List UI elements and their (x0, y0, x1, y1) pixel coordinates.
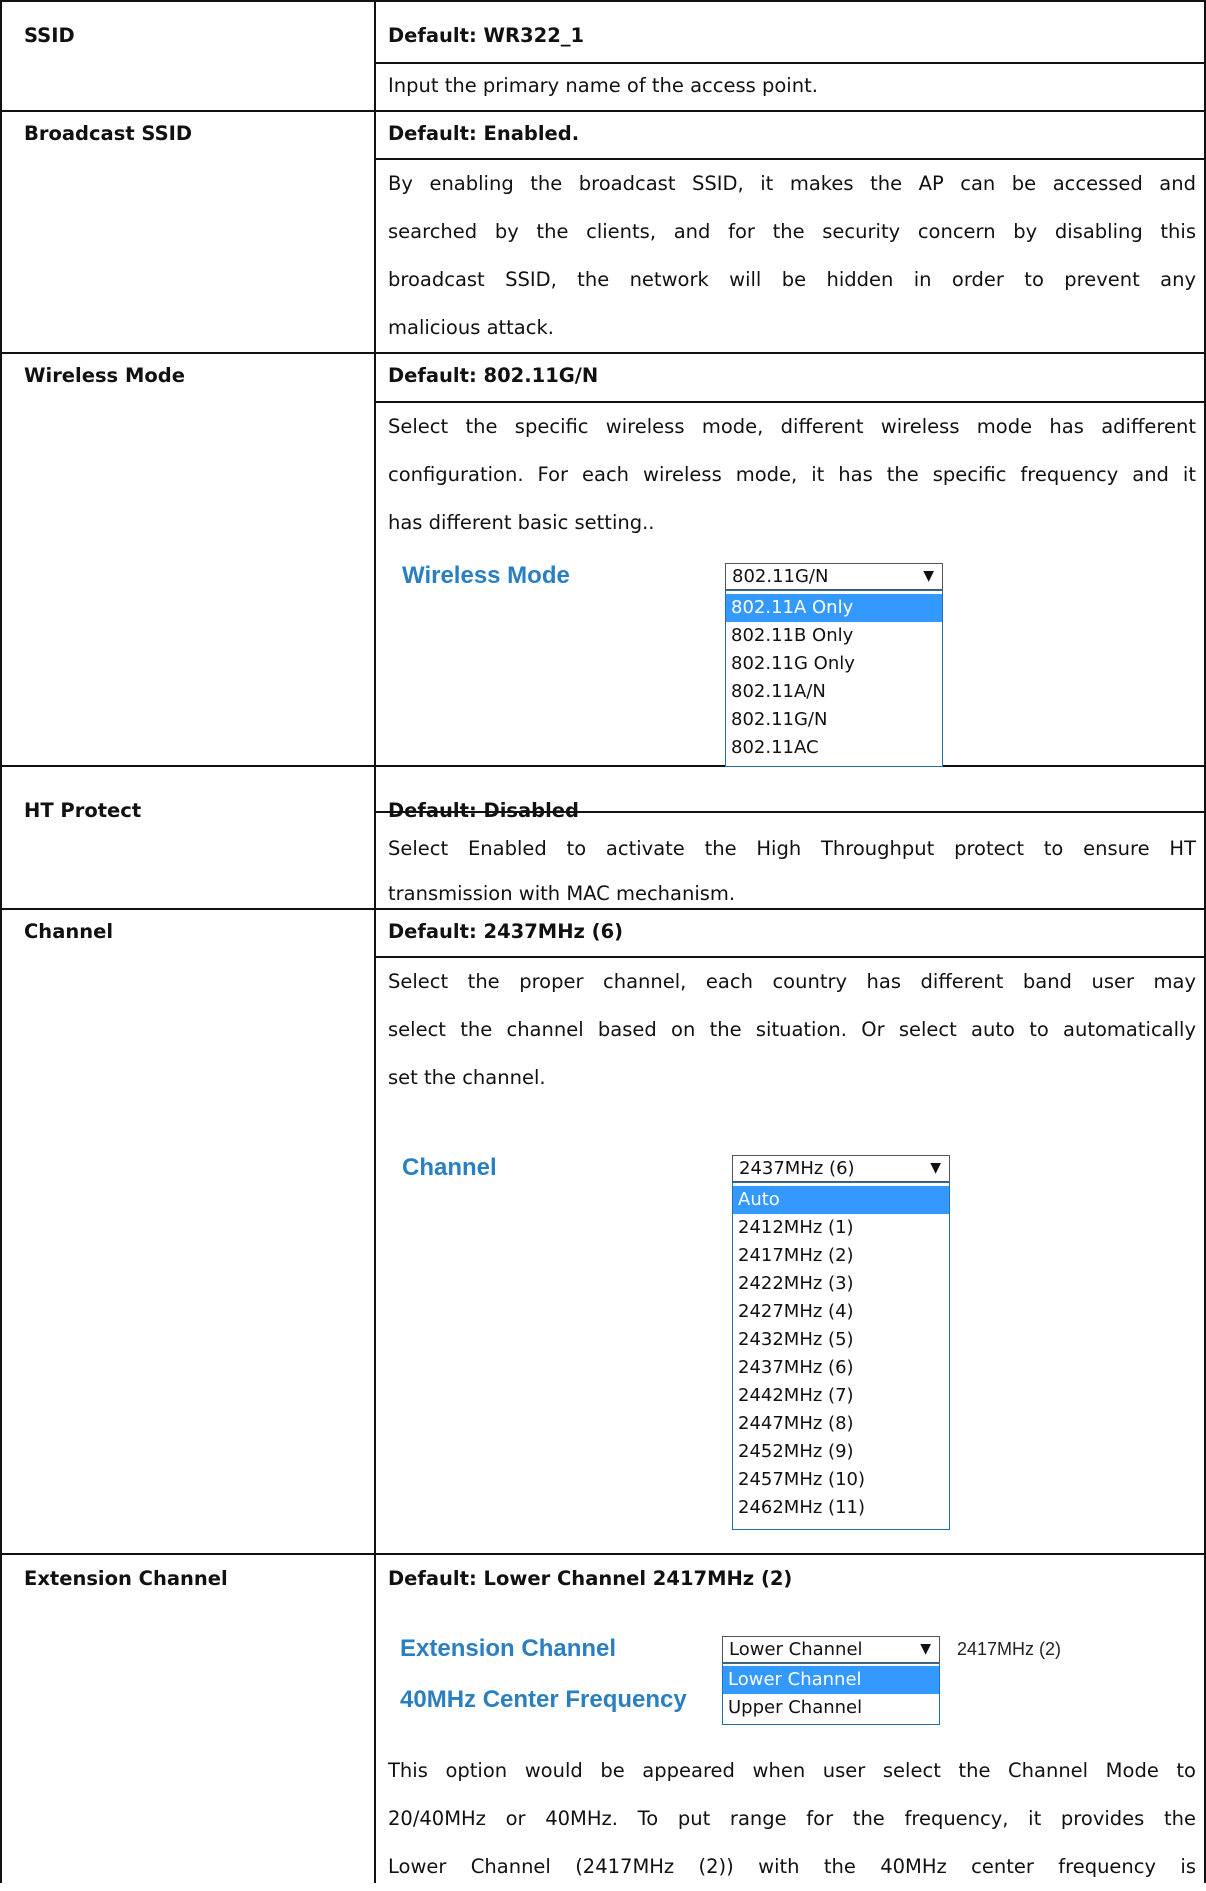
channel-option[interactable]: 2412MHz (1) (733, 1214, 949, 1242)
row-label-channel: Channel (24, 920, 114, 943)
extension-channel-options[interactable]: Lower Channel Upper Channel (722, 1663, 940, 1725)
dropdown-arrow-icon: ▼ (920, 1641, 931, 1657)
channel-option[interactable]: 2427MHz (4) (733, 1298, 949, 1326)
row-desc-ht-protect: Select Enabled to activate the High Thro… (388, 837, 1196, 905)
channel-option[interactable]: 2422MHz (3) (733, 1270, 949, 1298)
row-default-ssid: Default: WR322_1 (388, 24, 585, 47)
center-frequency-ui-label: 40MHz Center Frequency (400, 1686, 687, 1713)
channel-option[interactable]: 2432MHz (5) (733, 1326, 949, 1354)
wireless-mode-option[interactable]: 802.11A/N (726, 678, 942, 706)
settings-table: SSID Default: WR322_1 Input the primary … (0, 0, 1206, 1883)
channel-option[interactable]: 2442MHz (7) (733, 1382, 949, 1410)
wireless-mode-option[interactable]: 802.11G Only (726, 650, 942, 678)
dropdown-arrow-icon: ▼ (923, 568, 934, 584)
channel-option[interactable]: 2417MHz (2) (733, 1242, 949, 1270)
table-column-divider (374, 0, 376, 1883)
wireless-mode-options[interactable]: 802.11A Only 802.11B Only 802.11G Only 8… (725, 590, 943, 767)
row-divider (0, 1553, 1206, 1555)
row-divider (0, 765, 1206, 767)
channel-select[interactable]: 2437MHz (6) ▼ (732, 1155, 950, 1182)
row-desc-broadcast-ssid: By enabling the broadcast SSID, it makes… (388, 172, 1196, 339)
channel-option[interactable]: 2462MHz (11) (733, 1494, 949, 1522)
channel-ui-label: Channel (402, 1154, 497, 1181)
row-label-wireless-mode: Wireless Mode (24, 364, 185, 387)
channel-option[interactable]: 2437MHz (6) (733, 1354, 949, 1382)
row-desc-extension-channel: This option would be appeared when user … (388, 1759, 1196, 1878)
row-default-wireless-mode: Default: 802.11G/N (388, 364, 599, 387)
channel-option[interactable]: 2452MHz (9) (733, 1438, 949, 1466)
row-desc-ssid: Input the primary name of the access poi… (388, 74, 818, 97)
wireless-mode-option[interactable]: 802.11AC (726, 734, 942, 762)
row-default-extension-channel: Default: Lower Channel 2417MHz (2) (388, 1567, 793, 1590)
wireless-mode-option[interactable]: 802.11A Only (726, 594, 942, 622)
row-desc-channel: Select the proper channel, each country … (388, 970, 1196, 1089)
channel-option[interactable]: 2447MHz (8) (733, 1410, 949, 1438)
row-default-broadcast-ssid: Default: Enabled. (388, 122, 580, 145)
channel-option[interactable]: Auto (733, 1186, 949, 1214)
row-label-ht-protect: HT Protect (24, 799, 142, 822)
row-divider (0, 352, 1206, 354)
row-label-extension-channel: Extension Channel (24, 1567, 228, 1590)
row-default-channel: Default: 2437MHz (6) (388, 920, 624, 943)
wireless-mode-ui-label: Wireless Mode (402, 562, 570, 589)
row-label-broadcast-ssid: Broadcast SSID (24, 122, 193, 145)
wireless-mode-select[interactable]: 802.11G/N ▼ (725, 563, 943, 590)
default-line-divider (374, 62, 1206, 64)
channel-options[interactable]: Auto 2412MHz (1) 2417MHz (2) 2422MHz (3)… (732, 1182, 950, 1530)
row-divider (0, 110, 1206, 112)
row-desc-wireless-mode: Select the specific wireless mode, diffe… (388, 415, 1196, 534)
extension-channel-select[interactable]: Lower Channel ▼ (722, 1636, 940, 1663)
extension-channel-ui-label: Extension Channel (400, 1635, 617, 1662)
table-border-left (0, 0, 2, 1883)
row-divider (0, 0, 1206, 2)
wireless-mode-option[interactable]: 802.11B Only (726, 622, 942, 650)
center-frequency-value: 2417MHz (2) (957, 1639, 1062, 1659)
channel-option[interactable]: 2457MHz (10) (733, 1466, 949, 1494)
extension-channel-option[interactable]: Upper Channel (723, 1694, 939, 1722)
wireless-mode-option[interactable]: 802.11G/N (726, 706, 942, 734)
row-label-ssid: SSID (24, 24, 75, 47)
dropdown-arrow-icon: ▼ (930, 1160, 941, 1176)
extension-channel-option[interactable]: Lower Channel (723, 1666, 939, 1694)
